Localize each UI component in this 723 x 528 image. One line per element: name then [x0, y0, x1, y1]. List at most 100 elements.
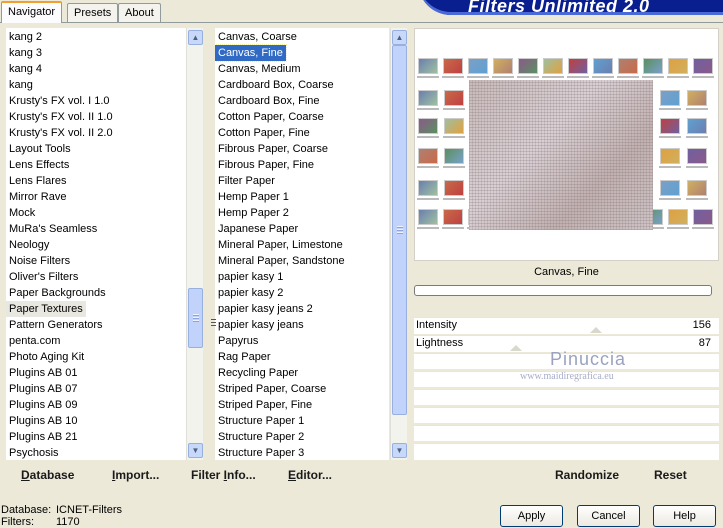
filter-list-item[interactable]: papier kasy 1: [215, 269, 389, 285]
category-list-item[interactable]: Lens Flares: [6, 173, 186, 189]
banner-title: Filters Unlimited 2.0: [468, 0, 650, 16]
database-label: atabase: [29, 468, 75, 482]
preview-thumbnail-caption: [686, 198, 708, 200]
filter-list-item[interactable]: papier kasy jeans: [215, 317, 389, 333]
category-list-item[interactable]: Oliver's Filters: [6, 269, 186, 285]
selected-filter-name: Canvas, Fine: [534, 266, 599, 278]
category-list-item[interactable]: Photo Aging Kit: [6, 349, 186, 365]
randomize-button[interactable]: Randomize: [555, 468, 619, 482]
category-scrollbar[interactable]: ▲ ▼: [186, 28, 203, 460]
category-list-item[interactable]: kang 4: [6, 61, 186, 77]
filter-list-item[interactable]: Canvas, Medium: [215, 61, 389, 77]
intensity-slider[interactable]: Intensity 156: [414, 317, 719, 334]
filter-list-item[interactable]: Cotton Paper, Fine: [215, 125, 389, 141]
cancel-button[interactable]: Cancel: [577, 505, 640, 527]
empty-control-row: [414, 407, 719, 423]
filter-list-item[interactable]: Filter Paper: [215, 173, 389, 189]
filter-scroll-thumb[interactable]: [392, 45, 407, 415]
filter-list-item[interactable]: Structure Paper 1: [215, 413, 389, 429]
category-list-item[interactable]: kang: [6, 77, 186, 93]
filter-info-button[interactable]: Filter Info...: [191, 468, 256, 482]
filter-list-item[interactable]: Mineral Paper, Sandstone: [215, 253, 389, 269]
scroll-down-icon[interactable]: ▼: [392, 443, 407, 458]
filter-list-item[interactable]: Papyrus: [215, 333, 389, 349]
import-button[interactable]: Import...: [112, 468, 159, 482]
filter-list-item[interactable]: Cotton Paper, Coarse: [215, 109, 389, 125]
apply-button[interactable]: Apply: [500, 505, 563, 527]
preview-thumbnail-caption: [417, 108, 439, 110]
filter-list-item[interactable]: Fibrous Paper, Fine: [215, 157, 389, 173]
scroll-up-icon[interactable]: ▲: [392, 30, 407, 45]
category-list-item[interactable]: Layout Tools: [6, 141, 186, 157]
preview-thumbnail-caption: [443, 108, 465, 110]
database-button[interactable]: Database: [21, 468, 74, 482]
intensity-slider-handle-icon[interactable]: [590, 327, 602, 333]
status-database: Database: ICNET-Filters: [1, 504, 122, 516]
filter-list-item[interactable]: Structure Paper 2: [215, 429, 389, 445]
filter-list-item[interactable]: Hemp Paper 2: [215, 205, 389, 221]
filter-list-item[interactable]: papier kasy 2: [215, 285, 389, 301]
filter-list-item[interactable]: Cardboard Box, Fine: [215, 93, 389, 109]
scroll-down-icon[interactable]: ▼: [188, 443, 203, 458]
filter-list-item[interactable]: Cardboard Box, Coarse: [215, 77, 389, 93]
category-list-item[interactable]: Plugins AB 09: [6, 397, 186, 413]
filter-info-label: nfo...: [227, 468, 256, 482]
category-scroll-thumb[interactable]: [188, 288, 203, 348]
category-list-item[interactable]: Lens Effects: [6, 157, 186, 173]
editor-button[interactable]: Editor...: [288, 468, 332, 482]
filter-list-item[interactable]: Hemp Paper 1: [215, 189, 389, 205]
category-list-item[interactable]: penta.com: [6, 333, 186, 349]
lightness-slider-handle-icon[interactable]: [510, 345, 522, 351]
category-list-item[interactable]: Psychosis: [6, 445, 186, 460]
filter-list-item[interactable]: Rag Paper: [215, 349, 389, 365]
category-list-item[interactable]: kang 3: [6, 45, 186, 61]
preview-thumbnail-caption: [442, 76, 464, 78]
category-list-item[interactable]: Plugins AB 01: [6, 365, 186, 381]
database-status-value: ICNET-Filters: [56, 504, 122, 516]
preview-thumbnail: [660, 148, 680, 164]
filter-list-item[interactable]: Structure Paper 3: [215, 445, 389, 460]
preview-thumbnail: [468, 58, 488, 74]
tab-about[interactable]: About: [118, 3, 161, 22]
filter-list-item[interactable]: Mineral Paper, Limestone: [215, 237, 389, 253]
filter-list-item[interactable]: Striped Paper, Fine: [215, 397, 389, 413]
preview-thumbnail: [687, 90, 707, 106]
category-list-item[interactable]: MuRa's Seamless: [6, 221, 186, 237]
preview-thumbnail-caption: [417, 136, 439, 138]
reset-button[interactable]: Reset: [654, 468, 687, 482]
filter-list-item[interactable]: Japanese Paper: [215, 221, 389, 237]
filter-list-item[interactable]: Fibrous Paper, Coarse: [215, 141, 389, 157]
category-list-item[interactable]: Paper Textures: [6, 301, 86, 317]
filter-list-item[interactable]: Recycling Paper: [215, 365, 389, 381]
filter-list-item[interactable]: Striped Paper, Coarse: [215, 381, 389, 397]
filter-list-item[interactable]: Canvas, Fine: [215, 44, 287, 62]
category-list-item[interactable]: Plugins AB 10: [6, 413, 186, 429]
tab-presets[interactable]: Presets: [67, 3, 119, 22]
lightness-value: 87: [698, 337, 711, 349]
category-list-item[interactable]: Neology: [6, 237, 186, 253]
scroll-up-icon[interactable]: ▲: [188, 30, 203, 45]
filter-list[interactable]: Canvas, Coarse Canvas, Fine Canvas, Medium…: [215, 28, 389, 460]
category-list-item[interactable]: Mock: [6, 205, 186, 221]
category-list-item[interactable]: Krusty's FX vol. II 2.0: [6, 125, 186, 141]
category-list-item[interactable]: Krusty's FX vol. II 1.0: [6, 109, 186, 125]
category-list[interactable]: kang 2 kang 3 kang 4 kang Krusty's FX vol. I…: [6, 28, 186, 460]
category-list-item[interactable]: Mirror Rave: [6, 189, 186, 205]
category-list-item[interactable]: Krusty's FX vol. I 1.0: [6, 93, 186, 109]
preview-thumbnail-caption: [659, 136, 681, 138]
help-button[interactable]: Help: [653, 505, 716, 527]
preview-thumbnail: [444, 118, 464, 134]
category-list-item[interactable]: Plugins AB 07: [6, 381, 186, 397]
preview-thumbnail: [418, 90, 438, 106]
preview-thumbnail: [593, 58, 613, 74]
filter-list-item[interactable]: papier kasy jeans 2: [215, 301, 389, 317]
filter-list-item[interactable]: Canvas, Coarse: [215, 29, 389, 45]
category-list-item[interactable]: Noise Filters: [6, 253, 186, 269]
tab-navigator[interactable]: Navigator: [1, 1, 63, 23]
category-list-item[interactable]: Plugins AB 21: [6, 429, 186, 445]
category-list-item[interactable]: Paper Backgrounds: [6, 285, 186, 301]
category-list-item[interactable]: kang 2: [6, 29, 186, 45]
category-list-item[interactable]: Pattern Generators: [6, 317, 186, 333]
preview-thumbnail: [687, 180, 707, 196]
filter-scrollbar[interactable]: ▲ ▼: [390, 28, 407, 460]
